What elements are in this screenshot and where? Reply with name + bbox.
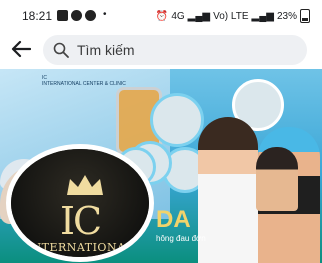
cover-logo-text: INTERNATIONAL CENTER & CLINIC [42, 81, 126, 87]
back-button[interactable] [10, 38, 32, 60]
notification-icons [57, 10, 96, 21]
avatar-initials: IC [59, 199, 102, 243]
search-bar[interactable]: Tìm kiếm [43, 35, 307, 65]
status-time: 18:21 [22, 9, 53, 23]
profile-avatar[interactable]: IC INTERNATIONAL [6, 144, 154, 262]
cover-clinic-logo: IC INTERNATIONAL CENTER & CLINIC [42, 75, 126, 87]
crown-icon [67, 175, 103, 195]
avatar-label: INTERNATIONAL [26, 241, 134, 254]
woman-image-1 [198, 117, 258, 263]
status-right: ⏰ 4G ▂▄▆ Vo) LTE ▂▄▆ 23% [156, 9, 310, 23]
search-input[interactable]: Tìm kiếm [77, 42, 135, 58]
notification-dot: • [103, 9, 107, 20]
alarm-icon: ⏰ [155, 10, 169, 22]
gallery-icon [57, 10, 68, 21]
volte-label: Vo) LTE [213, 10, 249, 22]
signal-4g-label: 4G [171, 10, 185, 22]
search-icon [53, 42, 69, 58]
messenger-icon [71, 10, 82, 21]
arrow-left-icon [11, 40, 31, 58]
status-bar: 18:21 • ⏰ 4G ▂▄▆ Vo) LTE ▂▄▆ 23% [0, 0, 322, 32]
battery-percent: 23% [276, 10, 297, 22]
facebook-icon [85, 10, 96, 21]
battery-icon [300, 9, 310, 23]
search-header: Tìm kiếm [0, 32, 322, 66]
woman-image-3 [256, 147, 298, 211]
cover-bubble-1 [150, 93, 204, 147]
signal-icon: ▂▄▆ [187, 10, 211, 22]
signal-icon-2: ▂▄▆ [251, 10, 274, 22]
cover-tagline: hông đau đớn [156, 234, 206, 243]
cover-band-text: DA [156, 206, 191, 233]
